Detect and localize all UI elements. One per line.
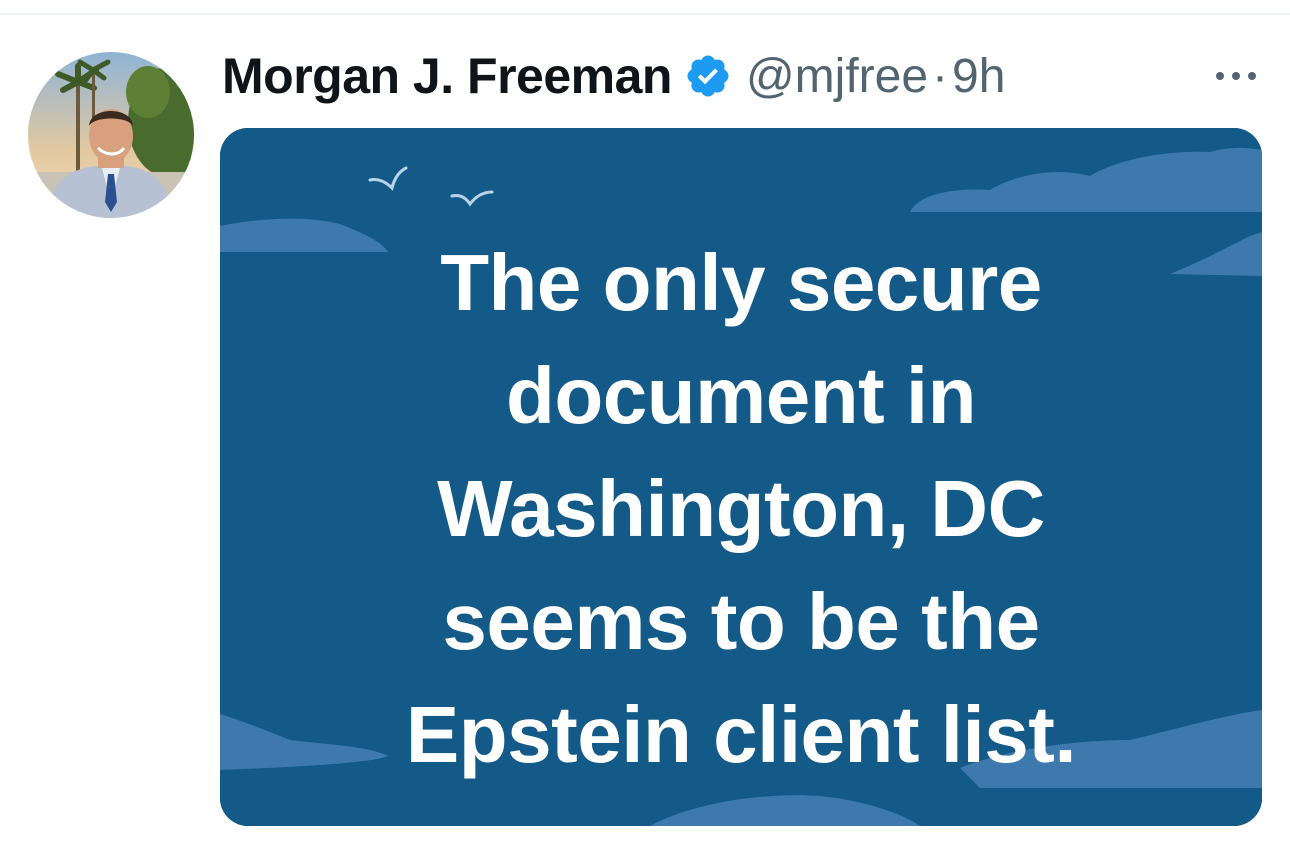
user-handle[interactable]: @mjfree — [746, 49, 928, 104]
display-name[interactable]: Morgan J. Freeman — [222, 47, 672, 105]
tweet-image[interactable]: The only secure document in Washington, … — [220, 128, 1262, 826]
image-caption: The only secure document in Washington, … — [220, 226, 1262, 791]
caption-line: document in — [505, 351, 977, 440]
divider — [0, 13, 1290, 15]
caption-line: Washington, DC — [437, 464, 1045, 553]
more-horizontal-icon[interactable] — [1208, 58, 1264, 94]
separator-dot: · — [932, 49, 949, 103]
caption-line: The only secure — [440, 238, 1042, 327]
caption-line: Epstein client list. — [405, 690, 1077, 779]
caption-line: seems to be the — [442, 577, 1040, 666]
tweet[interactable]: Morgan J. Freeman @mjfree · 9h The only … — [0, 0, 1290, 853]
verified-badge-icon — [684, 52, 732, 100]
avatar[interactable] — [28, 52, 194, 218]
timestamp[interactable]: 9h — [952, 49, 1005, 104]
tweet-header: Morgan J. Freeman @mjfree · 9h — [222, 40, 1005, 112]
